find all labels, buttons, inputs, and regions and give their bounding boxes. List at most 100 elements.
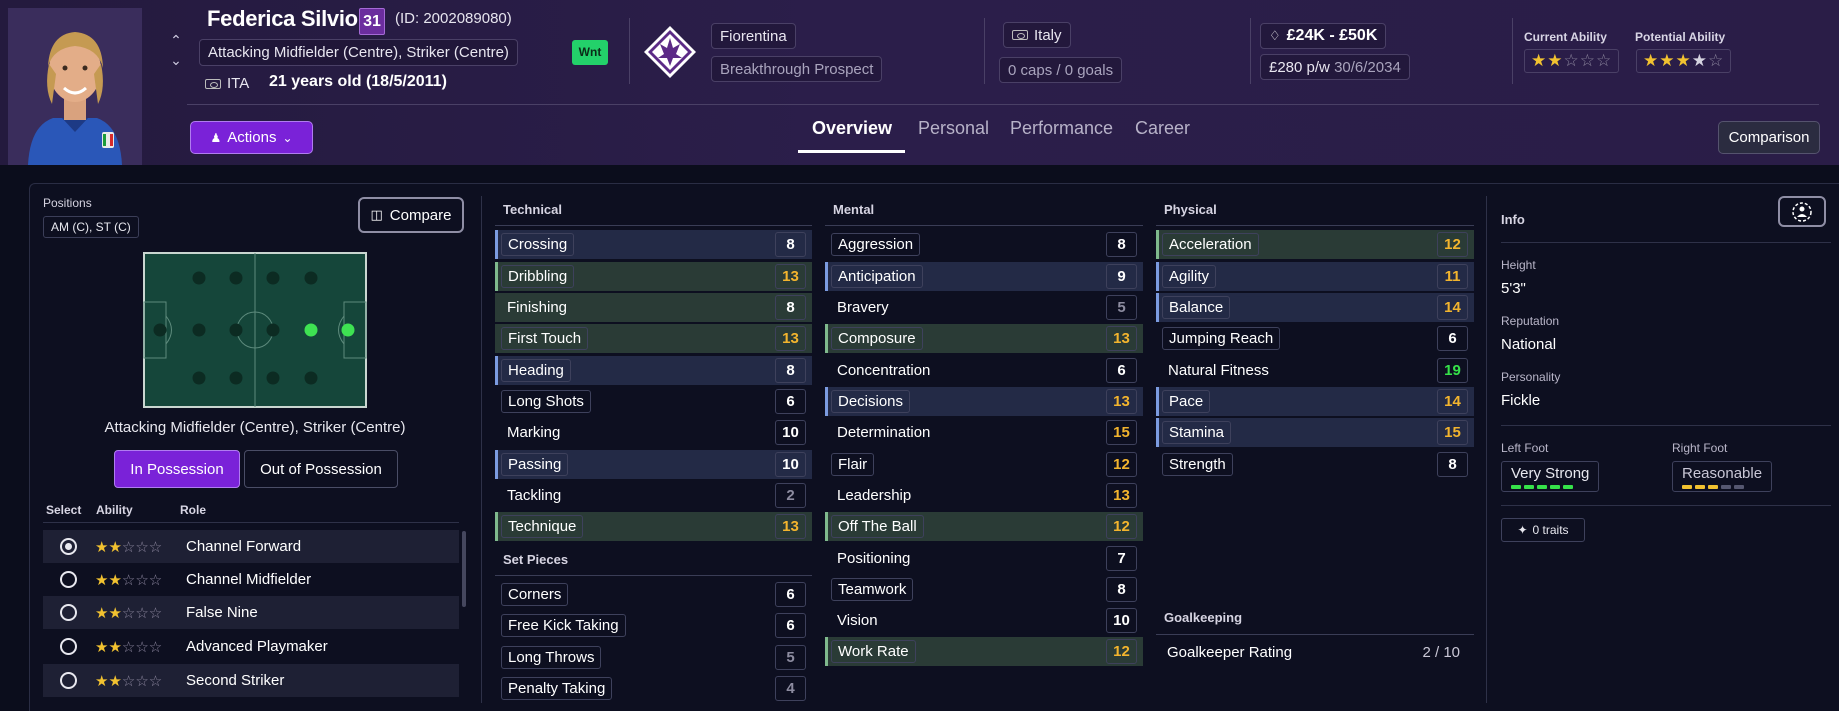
attribute-value: 10 (1106, 608, 1137, 633)
nation-box[interactable]: Italy (1003, 22, 1071, 48)
attribute-row[interactable]: Decisions 13 (825, 387, 1143, 416)
attribute-name: Leadership (837, 487, 912, 504)
attribute-row[interactable]: Vision 10 (825, 606, 1143, 635)
goalkeeping-heading: Goalkeeping (1164, 610, 1243, 625)
attribute-row[interactable]: Crossing 8 (495, 230, 812, 259)
in-possession-toggle[interactable]: In Possession (114, 450, 240, 488)
attribute-row[interactable]: Long Throws 5 (495, 643, 812, 672)
divider (1156, 634, 1474, 635)
club-name-box[interactable]: Fiorentina (711, 23, 796, 49)
tab-career[interactable]: Career (1135, 118, 1190, 139)
attribute-row[interactable]: Stamina 15 (1156, 418, 1474, 447)
actions-button[interactable]: ♟ Actions ⌄ (190, 121, 313, 154)
attribute-row[interactable]: Technique 13 (495, 512, 812, 541)
height-value: 5'3" (1501, 280, 1526, 297)
role-radio[interactable] (60, 672, 77, 689)
attribute-value: 7 (1106, 546, 1137, 571)
attribute-row[interactable]: Concentration 6 (825, 356, 1143, 385)
role-radio[interactable] (60, 638, 77, 655)
attribute-value: 14 (1437, 389, 1468, 414)
wage: £280 p/w (1269, 58, 1330, 76)
value-box[interactable]: ♢ £24K - £50K (1260, 23, 1387, 49)
attribute-row[interactable]: Leadership 13 (825, 481, 1143, 510)
attribute-row[interactable]: Heading 8 (495, 356, 812, 385)
left-foot-strength-bar (1511, 485, 1589, 489)
role-row[interactable]: ★★☆☆☆ False Nine (43, 596, 459, 629)
role-row[interactable]: ★★☆☆☆ Second Striker (43, 664, 459, 697)
attribute-row[interactable]: Long Shots 6 (495, 387, 812, 416)
attribute-row[interactable]: Bravery 5 (825, 293, 1143, 322)
attribute-value: 13 (1106, 483, 1137, 508)
wanted-tag[interactable]: Wnt (572, 40, 608, 65)
attribute-row[interactable]: Determination 15 (825, 418, 1143, 447)
reputation-value: National (1501, 336, 1557, 353)
attribute-row[interactable]: Penalty Taking 4 (495, 674, 812, 703)
right-foot-badge: Reasonable (1672, 461, 1773, 492)
info-heading: Info (1501, 212, 1525, 227)
role-ability-stars: ★★☆☆☆ (95, 638, 163, 656)
attribute-row[interactable]: Aggression 8 (825, 230, 1143, 259)
attribute-name: Flair (831, 453, 875, 476)
attribute-row[interactable]: Balance 14 (1156, 293, 1474, 322)
attribute-row[interactable]: Positioning 7 (825, 544, 1143, 573)
attribute-name: Agility (1162, 265, 1217, 288)
player-header: ⌃ ⌄ Federica Silvioni 31 (ID: 2002089080… (0, 0, 1839, 165)
actions-label: Actions (227, 129, 277, 146)
attribute-row[interactable]: Composure 13 (825, 324, 1143, 353)
role-ability-stars: ★★☆☆☆ (95, 672, 163, 690)
attribute-value: 12 (1106, 452, 1137, 477)
attribute-row[interactable]: Marking 10 (495, 418, 812, 447)
role-radio[interactable] (60, 604, 77, 621)
info-settings-button[interactable] (1778, 196, 1826, 227)
role-row[interactable]: ★★☆☆☆ Channel Midfielder (43, 563, 459, 596)
attribute-row[interactable]: Anticipation 9 (825, 262, 1143, 291)
attribute-row[interactable]: Corners 6 (495, 580, 812, 609)
next-player-chevron-down-icon[interactable]: ⌄ (168, 52, 184, 68)
roles-scrollbar[interactable] (462, 531, 466, 607)
attribute-row[interactable]: Flair 12 (825, 450, 1143, 479)
comparison-button[interactable]: Comparison (1718, 121, 1820, 154)
divider (1501, 242, 1831, 243)
traits-button[interactable]: ✦ 0 traits (1501, 518, 1585, 542)
role-row[interactable]: ★★☆☆☆ Channel Forward (43, 530, 459, 563)
attribute-row[interactable]: Free Kick Taking 6 (495, 611, 812, 640)
player-photo (8, 8, 142, 165)
previous-player-chevron-up-icon[interactable]: ⌃ (168, 32, 184, 48)
attribute-name: Pace (1162, 390, 1211, 413)
attribute-row[interactable]: Pace 14 (1156, 387, 1474, 416)
role-row[interactable]: ★★☆☆☆ Advanced Playmaker (43, 630, 459, 663)
attribute-value: 8 (775, 358, 806, 383)
attribute-name: Positioning (837, 550, 911, 567)
tab-overview[interactable]: Overview (812, 118, 892, 139)
attribute-row[interactable]: Jumping Reach 6 (1156, 324, 1474, 353)
tab-personal[interactable]: Personal (918, 118, 989, 139)
role-radio[interactable] (60, 571, 77, 588)
attribute-value: 9 (1106, 264, 1137, 289)
attribute-row[interactable]: Natural Fitness 19 (1156, 356, 1474, 385)
player-age: 21 years old (18/5/2011) (269, 73, 447, 90)
attribute-row[interactable]: Tackling 2 (495, 481, 812, 510)
attribute-row[interactable]: Off The Ball 12 (825, 512, 1143, 541)
attribute-row[interactable]: Work Rate 12 (825, 637, 1143, 666)
compare-button[interactable]: ◫ Compare (358, 197, 464, 233)
reputation-label: Reputation (1501, 314, 1560, 328)
tab-performance[interactable]: Performance (1010, 118, 1113, 139)
attribute-value: 8 (1106, 232, 1137, 257)
status-box: Breakthrough Prospect (711, 56, 883, 82)
club-crest-icon[interactable] (642, 24, 698, 80)
potential-ability-label: Potential Ability (1635, 30, 1726, 44)
attribute-row[interactable]: Finishing 8 (495, 293, 812, 322)
attribute-row[interactable]: Agility 11 (1156, 262, 1474, 291)
role-radio[interactable] (60, 538, 77, 555)
out-of-possession-toggle[interactable]: Out of Possession (244, 450, 398, 488)
attribute-value: 6 (1106, 358, 1137, 383)
attribute-row[interactable]: Passing 10 (495, 450, 812, 479)
role-name: False Nine (186, 604, 258, 621)
attribute-row[interactable]: Acceleration 12 (1156, 230, 1474, 259)
attribute-value: 6 (775, 582, 806, 607)
attribute-row[interactable]: Strength 8 (1156, 450, 1474, 479)
attribute-row[interactable]: Dribbling 13 (495, 262, 812, 291)
attribute-value: 8 (775, 295, 806, 320)
attribute-row[interactable]: First Touch 13 (495, 324, 812, 353)
attribute-row[interactable]: Teamwork 8 (825, 575, 1143, 604)
